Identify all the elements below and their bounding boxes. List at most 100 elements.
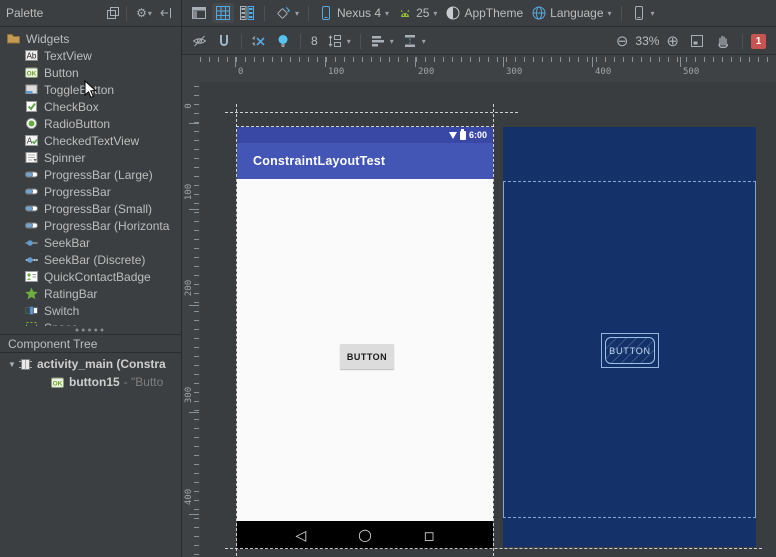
design-surface[interactable]: 6:00 ConstraintLayoutTest BUTTON ◁ ◯ ◻ B… [200, 82, 776, 557]
ruler-tick [398, 57, 399, 62]
ruler-tick [194, 347, 199, 348]
ruler-tick [194, 302, 199, 303]
ruler-tick [263, 57, 264, 62]
ruler-tick [380, 57, 381, 62]
palette-item-label: Switch [44, 304, 79, 318]
palette-item-seekbar[interactable]: SeekBar [0, 234, 181, 251]
palette-item-progressbar-horizonta[interactable]: ProgressBar (Horizonta [0, 217, 181, 234]
default-margin-value[interactable]: 8 [307, 34, 322, 48]
design-content-area[interactable]: BUTTON [237, 179, 493, 521]
zoom-fit-icon[interactable] [686, 31, 708, 51]
palette-item-label: SeekBar (Discrete) [44, 253, 145, 267]
ruler-tick [194, 176, 199, 177]
orientation-icon[interactable]: ▾ [271, 3, 302, 23]
palette-item-progressbar-large[interactable]: ProgressBar (Large) [0, 166, 181, 183]
ruler-tick [245, 57, 246, 62]
api-selector[interactable]: 25 ▾ [394, 4, 440, 22]
ruler-major-tick [415, 57, 416, 67]
zoom-out-icon[interactable]: ⊖ [613, 32, 632, 51]
nav-home-icon: ◯ [358, 529, 371, 541]
theme-icon [445, 5, 461, 21]
panel-splitter[interactable]: ●●●●● [0, 326, 181, 334]
ruler-label: 400 [595, 67, 611, 77]
ruler-tick [515, 57, 516, 62]
ruler-major-tick [680, 57, 681, 67]
theme-selector[interactable]: AppTheme [442, 3, 526, 23]
button-ok-icon: OK [50, 375, 65, 390]
ruler-tick [194, 86, 199, 87]
progressbar-icon [24, 218, 39, 233]
settings-gear-icon[interactable]: ⚙▾ [131, 4, 157, 22]
palette-item-progressbar-small[interactable]: ProgressBar (Small) [0, 200, 181, 217]
palette-item-spinner[interactable]: Spinner [0, 149, 181, 166]
tree-node-button15[interactable]: OKbutton15- "Butto [0, 373, 181, 391]
palette-item-label: RadioButton [44, 117, 110, 131]
ruler-label: 100 [328, 67, 344, 77]
selection-guide [236, 126, 494, 127]
palette-item-button[interactable]: OKButton [0, 64, 181, 81]
both-views-icon[interactable] [236, 3, 258, 23]
palette-item-label: ProgressBar (Large) [44, 168, 153, 182]
ruler-major-tick [189, 305, 199, 306]
ruler-tick [560, 57, 561, 62]
dropdown-caret: ▾ [385, 9, 389, 18]
error-badge[interactable]: 1 [751, 34, 766, 49]
palette-item-switch[interactable]: Switch [0, 302, 181, 319]
distribute-icon[interactable]: ▾ [399, 31, 429, 51]
ruler-tick [650, 57, 651, 62]
copy-icon[interactable] [104, 4, 122, 22]
ruler-label: 500 [683, 67, 699, 77]
palette-item-textview[interactable]: AbTextView [0, 47, 181, 64]
palette-item-radiobutton[interactable]: RadioButton [0, 115, 181, 132]
ruler-tick [194, 500, 199, 501]
design-view-icon[interactable] [188, 3, 210, 23]
ruler-tick [578, 57, 579, 62]
ruler-label: 300 [506, 67, 522, 77]
hide-panel-icon[interactable] [157, 4, 175, 22]
autoconnect-icon[interactable] [213, 31, 235, 51]
ruler-tick [194, 212, 199, 213]
clear-constraints-icon[interactable] [248, 31, 270, 51]
pan-icon[interactable] [712, 31, 734, 51]
ruler-tick [407, 57, 408, 62]
tree-node-activity-main[interactable]: ▼activity_main (Constra [0, 355, 181, 373]
ruler-tick [686, 57, 687, 62]
svg-text:A: A [27, 137, 33, 146]
ruler-tick [194, 482, 199, 483]
ruler-major-tick [189, 514, 199, 515]
palette-item-seekbar-discrete[interactable]: SeekBar (Discrete) [0, 251, 181, 268]
infer-constraints-icon[interactable] [272, 31, 294, 51]
ruler-tick [194, 383, 199, 384]
ruler-tick [623, 57, 624, 62]
blueprint-button-widget[interactable]: BUTTON [605, 337, 655, 364]
blueprint-view-screen[interactable]: BUTTON [503, 127, 756, 547]
design-view-screen[interactable]: 6:00 ConstraintLayoutTest BUTTON ◁ ◯ ◻ [237, 127, 493, 549]
show-constraints-icon[interactable] [188, 31, 211, 51]
quickcontactbadge-icon [24, 269, 39, 284]
blueprint-view-icon[interactable] [212, 3, 234, 23]
radiobutton-icon [24, 116, 39, 131]
align-icon[interactable]: ▾ [367, 31, 397, 51]
virtual-device-icon [631, 5, 647, 21]
blueprint-button-selection[interactable]: BUTTON [601, 333, 659, 368]
zoom-in-icon[interactable]: ⊕ [663, 32, 682, 51]
palette-item-space[interactable]: Space [0, 319, 181, 326]
virtual-device-button[interactable]: ▾ [628, 3, 658, 23]
device-selector[interactable]: Nexus 4 ▾ [315, 3, 392, 23]
ruler-tick [194, 473, 199, 474]
palette-item-label: CheckedTextView [44, 134, 139, 148]
pack-icon[interactable]: ▾ [324, 31, 354, 51]
palette-item-label: Spinner [44, 151, 85, 165]
language-selector[interactable]: Language ▾ [528, 3, 614, 23]
palette-item-quickcontactbadge[interactable]: QuickContactBadge [0, 268, 181, 285]
palette-item-progressbar[interactable]: ProgressBar [0, 183, 181, 200]
expand-arrow-icon[interactable]: ▼ [6, 360, 18, 369]
palette-item-checkedtextview[interactable]: A CheckedTextView [0, 132, 181, 149]
ruler-label: 0 [238, 67, 243, 77]
ruler-tick [461, 57, 462, 62]
design-button-widget[interactable]: BUTTON [340, 344, 394, 369]
palette-group-widgets[interactable]: Widgets [0, 30, 181, 47]
palette-item-ratingbar[interactable]: RatingBar [0, 285, 181, 302]
ruler-tick [659, 57, 660, 62]
ruler-tick [569, 57, 570, 62]
